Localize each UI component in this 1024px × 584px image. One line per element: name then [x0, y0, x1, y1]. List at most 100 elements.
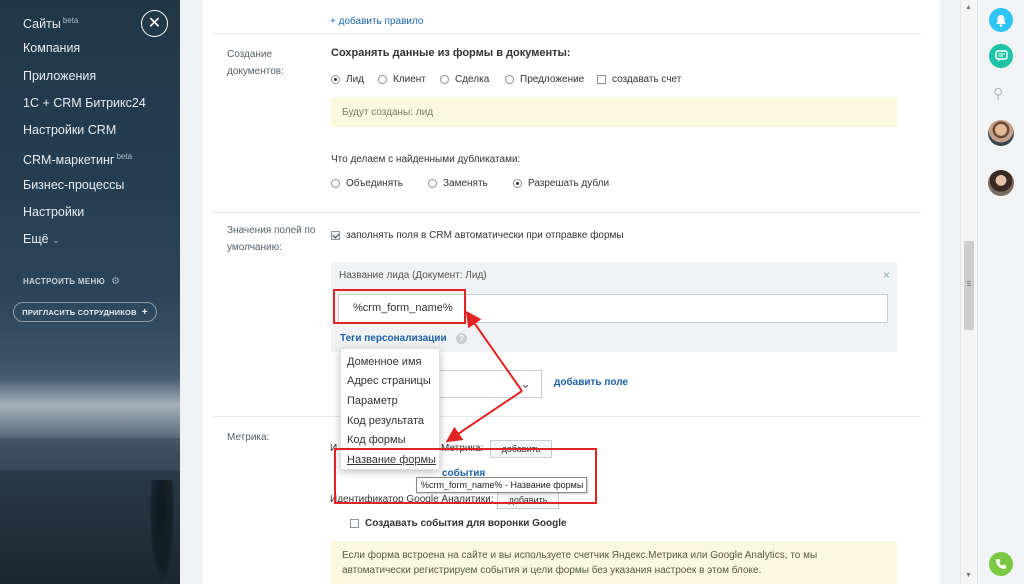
radio-allow[interactable]: [513, 179, 522, 188]
invite-label: ПРИГЛАСИТЬ СОТРУДНИКОВ: [22, 307, 137, 317]
dup-option-allow[interactable]: Разрешать дубли: [513, 178, 609, 189]
radio-label: Предложение: [520, 74, 585, 85]
doc-option-lead[interactable]: Лид: [331, 74, 364, 85]
radio-label: Разрешать дубли: [528, 178, 610, 189]
doc-option-deal[interactable]: Сделка: [440, 74, 489, 85]
field-title: Название лида (Документ: Лид): [339, 270, 487, 281]
avatar-2[interactable]: [988, 170, 1014, 196]
documents-label: Создание документов:: [227, 49, 284, 77]
sidebar-item-label: 1С + CRM Битрикс24: [23, 95, 146, 110]
radio-label: Лид: [346, 74, 364, 85]
page-scrollbar[interactable]: ▲ ▼: [960, 0, 977, 584]
phone-icon: [996, 559, 1006, 569]
section-divider: [213, 33, 921, 34]
tag-tooltip: %crm_form_name% - Название формы: [416, 477, 587, 493]
sidebar-item-label: CRM-маркетинг: [23, 153, 115, 168]
radio-lead[interactable]: [331, 75, 340, 84]
chat-button[interactable]: [989, 44, 1013, 68]
help-icon[interactable]: ?: [456, 333, 467, 344]
gear-icon: ⚙: [111, 276, 121, 287]
annotation-dropdown-highlight: [334, 448, 597, 504]
scrollbar-grip: [967, 281, 971, 282]
google-events-option[interactable]: Создавать события для воронки Google: [350, 518, 567, 529]
radio-replace[interactable]: [428, 179, 437, 188]
chat-icon: [994, 50, 1008, 62]
left-sidebar: Сайты beta Компания Приложения 1С + CRM Б…: [0, 0, 180, 584]
radio-label: Сделка: [455, 74, 490, 85]
bell-icon: [996, 14, 1006, 27]
radio-merge[interactable]: [331, 179, 340, 188]
autofill-option[interactable]: заполнять поля в CRM автоматически при о…: [331, 230, 624, 241]
personalization-tags-link[interactable]: Теги персонализации: [340, 333, 447, 344]
close-sidebar-button[interactable]: ✕: [141, 10, 168, 37]
radio-offer[interactable]: [505, 75, 514, 84]
checkbox-label: Создавать события для воронки Google: [365, 518, 567, 529]
sidebar-item-sites[interactable]: Сайты beta: [23, 14, 146, 41]
sidebar-item-label: Бизнес-процессы: [23, 177, 125, 192]
sidebar-item-company[interactable]: Компания: [23, 41, 146, 68]
tag-item-parameter[interactable]: Параметр: [347, 395, 398, 407]
section-divider: [213, 416, 921, 417]
scrollbar-thumb[interactable]: [964, 241, 974, 330]
beta-badge: beta: [62, 16, 79, 25]
sidebar-item-label: Настройки: [23, 205, 85, 220]
autofill-checkbox[interactable]: [331, 231, 340, 240]
sidebar-item-crm-settings[interactable]: Настройки CRM: [23, 123, 146, 150]
chevron-down-icon: ⌄: [52, 235, 60, 246]
metrika-note: Если форма встроена на сайте и вы исполь…: [331, 541, 897, 584]
sidebar-item-more[interactable]: Ещё ⌄: [23, 232, 146, 259]
sidebar-item-crm-marketing[interactable]: CRM-маркетинг beta: [23, 150, 146, 177]
create-invoice-checkbox[interactable]: [597, 75, 606, 84]
beta-badge: beta: [116, 152, 133, 162]
sidebar-item-label: Приложения: [23, 68, 97, 83]
field-select[interactable]: ⌄: [438, 370, 542, 398]
close-icon: ✕: [147, 14, 162, 32]
right-panel: ⚲: [977, 0, 1024, 584]
dup-option-replace[interactable]: Заменять: [428, 178, 488, 189]
sidebar-item-1c-crm[interactable]: 1С + CRM Битрикс24: [23, 96, 146, 123]
metrika-label: Метрика:: [227, 432, 270, 443]
radio-label: Клиент: [393, 74, 426, 85]
tag-item-form-code[interactable]: Код формы: [347, 434, 406, 446]
tag-item-page-address[interactable]: Адрес страницы: [347, 375, 431, 387]
sidebar-item-label: Ещё: [23, 232, 49, 247]
radio-deal[interactable]: [440, 75, 449, 84]
sidebar-item-label: Компания: [23, 41, 81, 56]
metrika-note-text: Если форма встроена на сайте и вы исполь…: [342, 550, 818, 576]
sidebar-item-apps[interactable]: Приложения: [23, 69, 146, 96]
tag-item-result-code[interactable]: Код результата: [347, 415, 424, 427]
avatar-1[interactable]: [988, 120, 1014, 146]
radio-label: Объединять: [346, 178, 403, 189]
sidebar-item-label: Настройки CRM: [23, 123, 117, 138]
section-divider: [213, 212, 921, 213]
chevron-down-icon: ⌄: [520, 376, 531, 391]
dup-option-merge[interactable]: Объединять: [331, 178, 403, 189]
sidebar-bg-horizon: [0, 378, 180, 438]
sidebar-item-bizproc[interactable]: Бизнес-процессы: [23, 178, 146, 205]
search-icon[interactable]: ⚲: [993, 85, 1003, 102]
call-button[interactable]: [989, 552, 1013, 576]
sidebar-item-settings[interactable]: Настройки: [23, 205, 146, 232]
radio-client[interactable]: [378, 75, 387, 84]
tag-item-domain[interactable]: Доменное имя: [347, 356, 421, 368]
documents-note-text: Будут созданы: лид: [342, 107, 434, 118]
add-field-link[interactable]: добавить поле: [554, 377, 628, 388]
doc-option-offer[interactable]: Предложение: [505, 74, 584, 85]
google-events-checkbox[interactable]: [350, 519, 359, 528]
sidebar-item-label: Сайты: [23, 17, 61, 31]
setup-menu-label: НАСТРОИТЬ МЕНЮ: [23, 277, 106, 286]
defaults-label: Значения полей по умолчанию:: [227, 225, 316, 253]
scroll-down-arrow[interactable]: ▼: [965, 572, 972, 579]
notifications-button[interactable]: [989, 8, 1013, 32]
sidebar-bg-tree: [150, 480, 174, 580]
doc-option-client[interactable]: Клиент: [378, 74, 426, 85]
invite-employees-button[interactable]: ПРИГЛАСИТЬ СОТРУДНИКОВ +: [13, 302, 157, 322]
setup-menu-link[interactable]: НАСТРОИТЬ МЕНЮ ⚙: [23, 276, 120, 287]
scroll-up-arrow[interactable]: ▲: [965, 4, 972, 11]
close-icon[interactable]: ×: [883, 268, 890, 282]
checkbox-label: заполнять поля в CRM автоматически при о…: [346, 230, 624, 241]
create-invoice-option[interactable]: создавать счет: [597, 74, 681, 85]
radio-label: Заменять: [443, 178, 488, 189]
sidebar-nav: Сайты beta Компания Приложения 1С + CRM Б…: [23, 14, 146, 260]
add-rule-link[interactable]: + добавить правило: [330, 16, 424, 27]
